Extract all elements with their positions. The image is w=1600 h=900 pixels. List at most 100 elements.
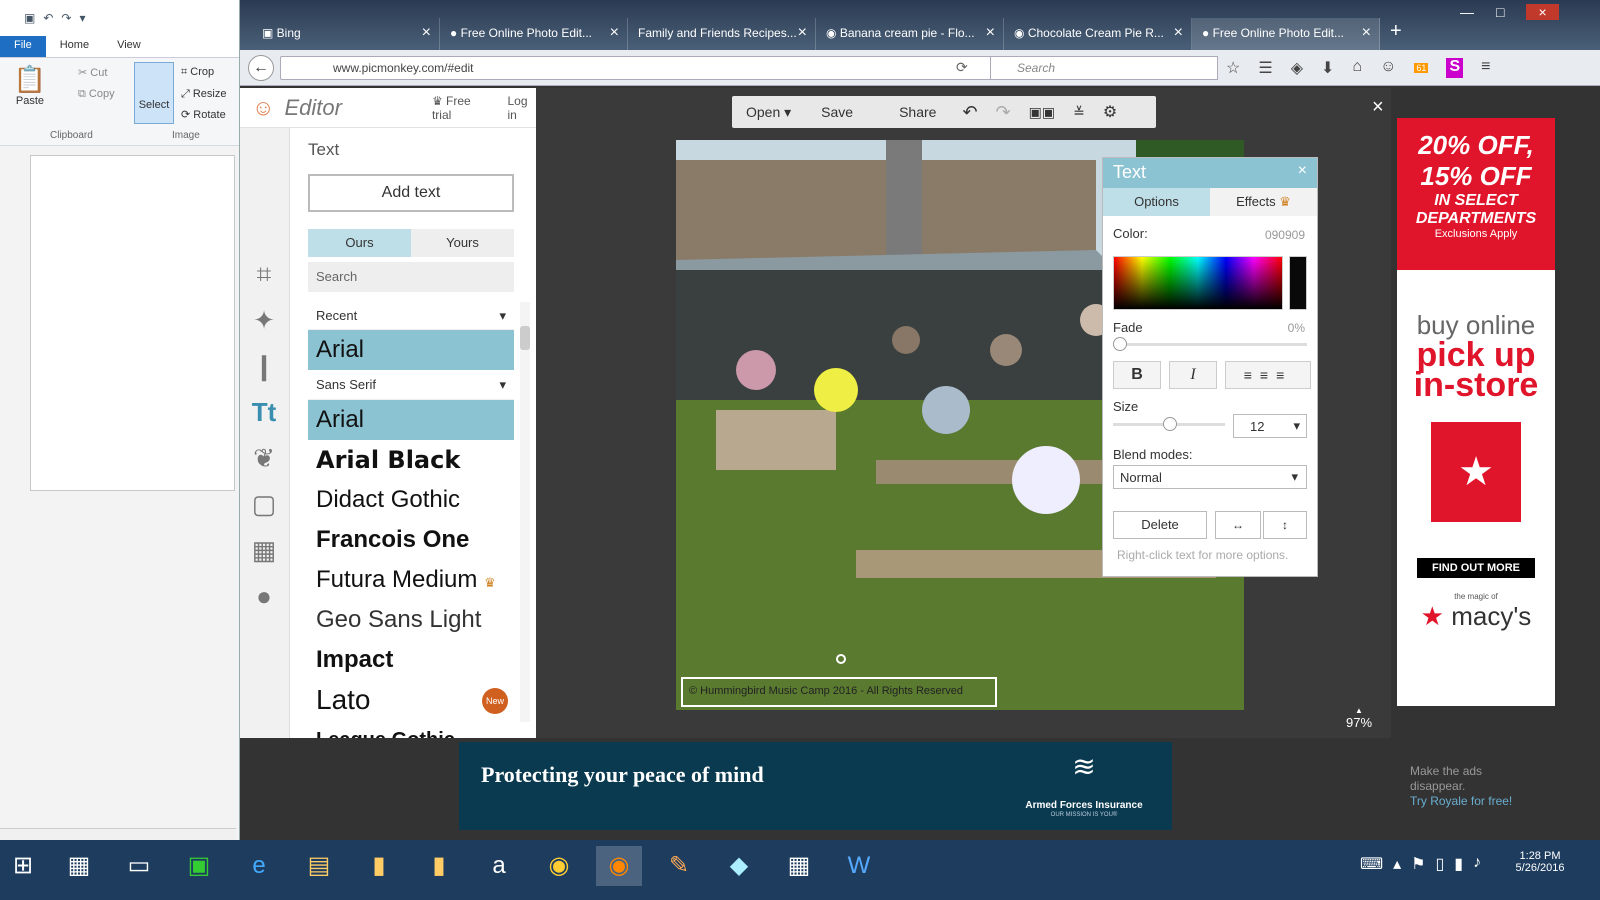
browser-tab-active[interactable]: ● Free Online Photo Edit... × xyxy=(1192,18,1380,50)
extension-s-icon[interactable]: S xyxy=(1446,58,1464,78)
blend-mode-select[interactable]: Normal ▾ xyxy=(1113,465,1307,489)
maximize-icon[interactable]: □ xyxy=(1496,4,1504,20)
settings-gear-icon[interactable]: ⚙ xyxy=(1103,102,1117,122)
close-icon[interactable]: × xyxy=(1298,162,1307,180)
tab-home[interactable]: Home xyxy=(46,36,103,57)
tab-ours[interactable]: Ours xyxy=(308,229,411,257)
tab-yours[interactable]: Yours xyxy=(411,229,514,257)
find-out-more-button[interactable]: FIND OUT MORE xyxy=(1417,558,1535,578)
flip-vertical-icon[interactable]: ↕ xyxy=(1263,511,1307,539)
login-link[interactable]: Log in xyxy=(508,94,537,122)
save-button[interactable]: Save xyxy=(821,104,853,120)
crop-button[interactable]: ⌗ Crop xyxy=(181,66,214,79)
paint-canvas[interactable] xyxy=(30,155,235,491)
color-swatch[interactable] xyxy=(1289,256,1307,310)
smiley-icon[interactable]: ☺ xyxy=(1380,58,1396,78)
close-editor-icon[interactable]: × xyxy=(1372,96,1384,119)
rotate-button[interactable]: ⟳ Rotate xyxy=(181,108,226,121)
show-hidden-icon[interactable]: ▴ xyxy=(1393,854,1401,874)
share-button[interactable]: Share xyxy=(899,104,936,120)
home-icon[interactable]: ⌂ xyxy=(1352,58,1362,78)
flip-horizontal-icon[interactable]: ↔ xyxy=(1215,511,1261,539)
firefox-icon[interactable]: ◉ xyxy=(596,846,642,886)
rotate-handle[interactable] xyxy=(836,654,846,664)
close-icon[interactable]: × xyxy=(986,24,995,42)
word-icon[interactable]: W xyxy=(836,846,882,886)
file-explorer-icon[interactable]: ▤ xyxy=(296,846,342,886)
tab-options[interactable]: Options xyxy=(1103,188,1210,216)
minimize-icon[interactable]: — xyxy=(1460,4,1474,20)
recent-dropdown[interactable]: Recent ▾ xyxy=(308,302,514,330)
tab-effects[interactable]: Effects ♛ xyxy=(1210,188,1317,216)
frame-icon[interactable]: ▢ xyxy=(248,488,280,520)
zoom-level[interactable]: ▲ 97% xyxy=(1346,706,1372,730)
texture-icon[interactable]: ▦ xyxy=(248,534,280,566)
remove-ads-promo[interactable]: Make the ads disappear. Try Royale for f… xyxy=(1410,764,1512,809)
font-item[interactable]: Impact xyxy=(308,640,514,680)
font-list-scrollbar[interactable] xyxy=(520,302,530,722)
butterfly-icon[interactable]: ❦ xyxy=(248,442,280,474)
size-slider[interactable] xyxy=(1113,417,1225,431)
chrome-icon[interactable]: ◉ xyxy=(536,846,582,886)
font-item[interactable]: Geo Sans Light xyxy=(308,600,514,640)
font-item[interactable]: Didact Gothic xyxy=(308,480,514,520)
close-icon[interactable]: × xyxy=(1174,24,1183,42)
italic-button[interactable]: I xyxy=(1169,361,1217,389)
close-icon[interactable]: × xyxy=(1362,24,1371,42)
cut-button[interactable]: ✂ Cut xyxy=(78,66,107,79)
address-bar[interactable]: www.picmonkey.com/#edit xyxy=(280,56,1030,80)
undo-icon[interactable]: ↶ xyxy=(962,102,977,123)
computer-icon[interactable]: ▭ xyxy=(116,846,162,886)
font-item[interactable]: Arial xyxy=(308,400,514,440)
close-icon[interactable]: × xyxy=(610,24,619,42)
macys-ad[interactable]: 20% OFF, 15% OFF IN SELECT DEPARTMENTS E… xyxy=(1397,118,1555,706)
browser-tab[interactable]: ▣ Bing × xyxy=(252,18,440,50)
font-search-input[interactable]: Search xyxy=(308,262,514,292)
reload-icon[interactable]: ⟳ xyxy=(956,59,968,76)
close-icon[interactable]: × xyxy=(422,24,431,42)
delete-button[interactable]: Delete xyxy=(1113,511,1207,539)
pocket-icon[interactable]: ◈ xyxy=(1291,58,1303,78)
touchup-icon[interactable]: ❙ xyxy=(248,350,280,382)
bold-button[interactable]: B xyxy=(1113,361,1161,389)
bookmark-star-icon[interactable]: ☆ xyxy=(1226,58,1240,78)
color-hex-value[interactable]: 090909 xyxy=(1265,228,1305,242)
app-icon[interactable]: ◆ xyxy=(716,846,762,886)
redo-icon[interactable]: ↷ xyxy=(996,102,1011,123)
search-input[interactable]: Search xyxy=(990,56,1218,80)
menu-icon[interactable]: ≡ xyxy=(1481,58,1490,78)
download-icon[interactable]: ⬇ xyxy=(1321,58,1334,78)
alignment-buttons[interactable]: ≡≡≡ xyxy=(1225,361,1311,389)
calculator-icon[interactable]: ▦ xyxy=(776,846,822,886)
compare-icon[interactable]: ▣▣ xyxy=(1029,104,1055,121)
redo-icon[interactable]: ↷ xyxy=(61,11,71,25)
watermark-text-layer[interactable]: © Hummingbird Music Camp 2016 - All Righ… xyxy=(681,677,997,707)
reading-list-icon[interactable]: ☰ xyxy=(1258,58,1272,78)
size-select[interactable]: 12 ▾ xyxy=(1233,414,1307,438)
control-panel-icon[interactable]: ▦ xyxy=(56,846,102,886)
browser-tab[interactable]: Family and Friends Recipes... × xyxy=(628,18,816,50)
size-slider-handle[interactable] xyxy=(1163,417,1177,431)
battery-icon[interactable]: ▯ xyxy=(1435,854,1444,874)
folder-icon-2[interactable]: ▮ xyxy=(416,846,462,886)
font-item[interactable]: Arial xyxy=(308,330,514,370)
fade-slider-handle[interactable] xyxy=(1113,337,1127,351)
free-trial-link[interactable]: ♛ Free trial xyxy=(432,94,486,122)
layers-icon[interactable]: ≚ xyxy=(1073,104,1085,121)
font-item[interactable]: League Gothic xyxy=(308,720,514,738)
folder-icon[interactable]: ▮ xyxy=(356,846,402,886)
paste-button[interactable]: 📋 Paste xyxy=(10,64,50,107)
tab-file[interactable]: File xyxy=(0,36,46,57)
color-picker-spectrum[interactable] xyxy=(1113,256,1283,310)
clock[interactable]: 1:28 PM 5/26/2016 xyxy=(1500,850,1580,874)
close-window-icon[interactable]: × xyxy=(1526,4,1559,20)
browser-tab[interactable]: ◉ Banana cream pie - Flo... × xyxy=(816,18,1004,50)
fade-slider[interactable] xyxy=(1113,337,1307,351)
browser-tab[interactable]: ◉ Chocolate Cream Pie R... × xyxy=(1004,18,1192,50)
font-item[interactable]: Futura Medium ♛ xyxy=(308,560,514,600)
browser-tab[interactable]: ● Free Online Photo Edit... × xyxy=(440,18,628,50)
tab-view[interactable]: View xyxy=(103,36,155,57)
sans-serif-dropdown[interactable]: Sans Serif ▾ xyxy=(308,370,514,400)
start-button-icon[interactable]: ⊞ xyxy=(0,846,46,886)
select-button[interactable]: Select xyxy=(134,62,174,124)
